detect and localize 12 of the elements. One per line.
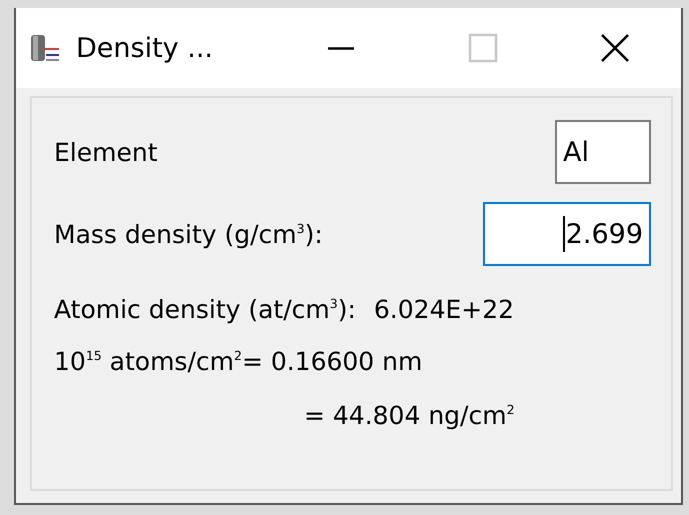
- conversion-text: 10$^{15}$ atoms/cm$^{2}$= 0.16600 nm: [54, 346, 422, 376]
- field-label: Mass density (g/cm$^{3}$):: [54, 220, 323, 248]
- maximize-icon: [468, 33, 498, 63]
- field-label: Element: [54, 138, 158, 166]
- input-field[interactable]: Al: [555, 120, 651, 184]
- conversion-text: = 44.804 ng/cm$^{2}$: [304, 400, 515, 430]
- result-value: 6.024E+22: [374, 294, 514, 324]
- close-icon: [600, 33, 630, 63]
- minimize-icon: [326, 46, 356, 50]
- window-title: Density ...: [76, 32, 213, 64]
- input-field[interactable]: 2.699: [483, 202, 651, 266]
- result-label: Atomic density (at/cm$^{3}$):: [54, 294, 356, 324]
